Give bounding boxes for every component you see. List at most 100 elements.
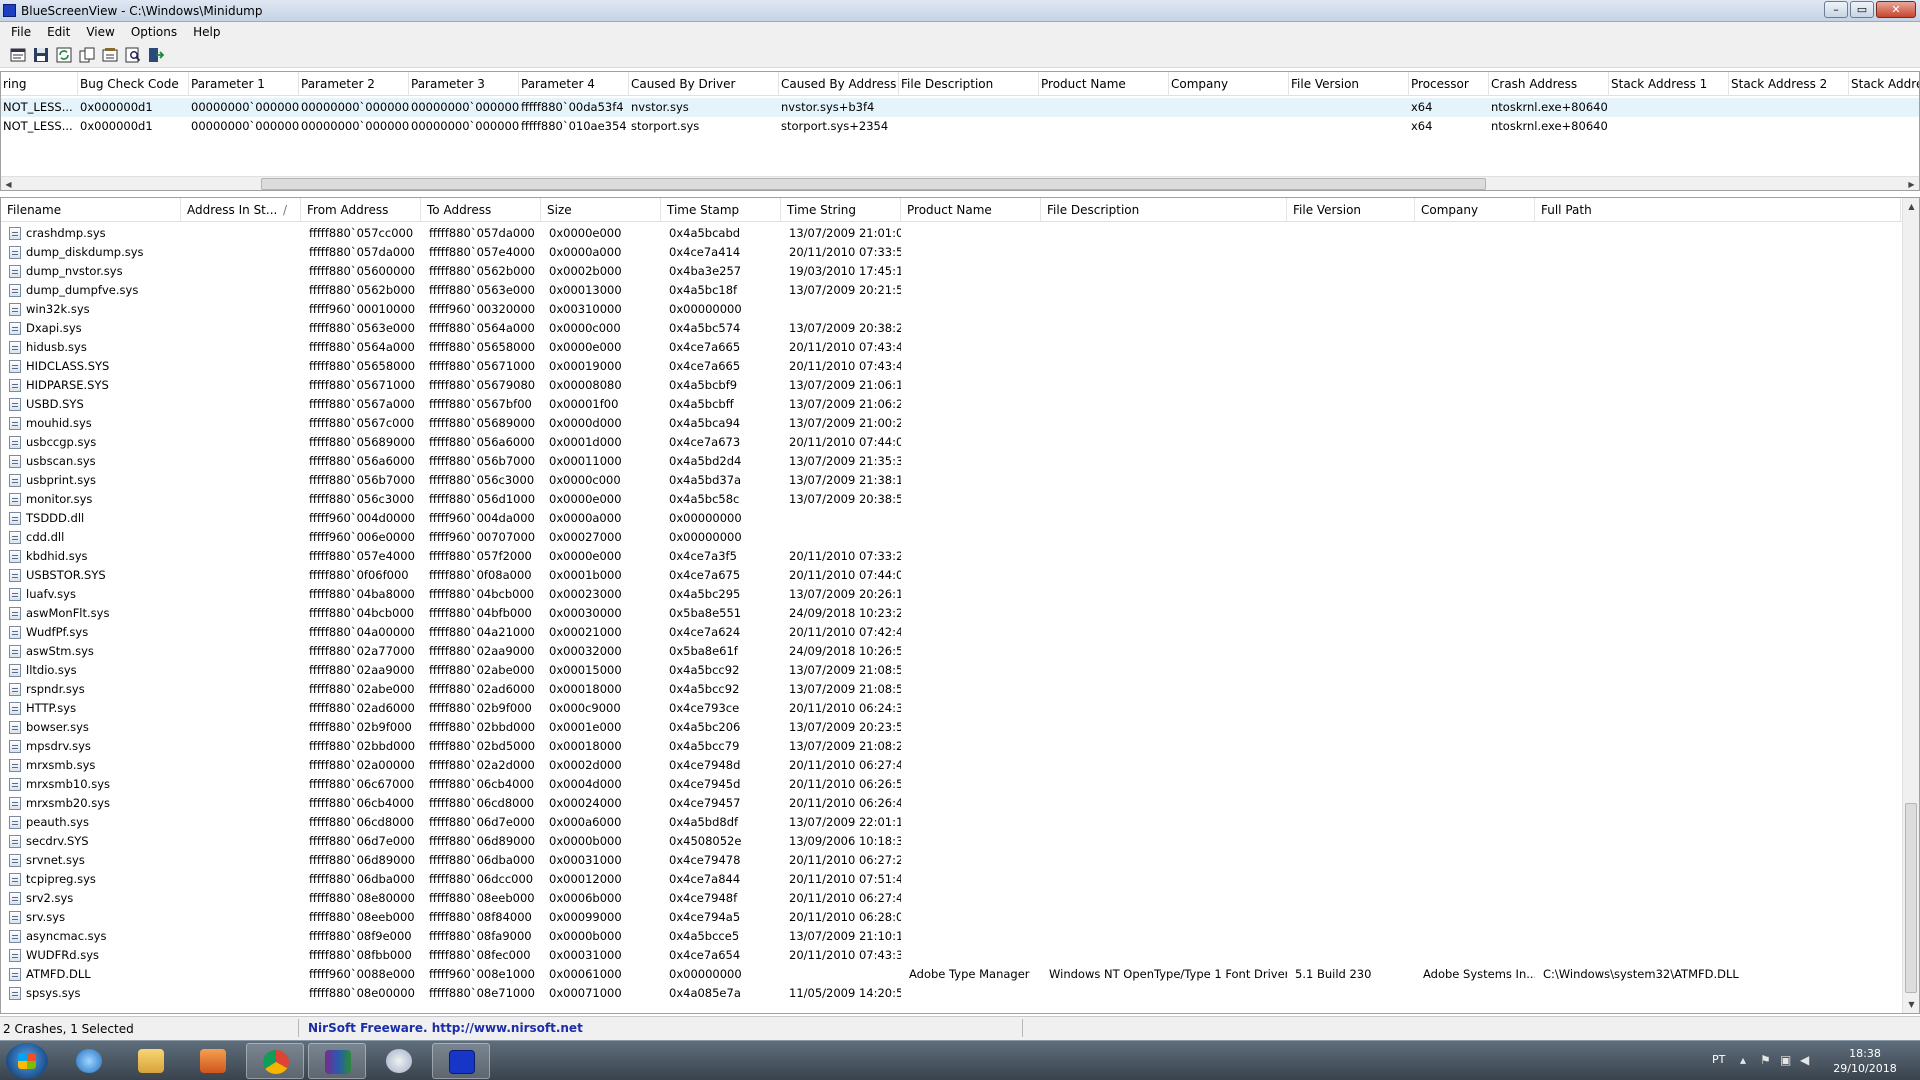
scrollbar-thumb[interactable] <box>1905 803 1917 993</box>
maximize-button[interactable]: ▭ <box>1850 1 1874 18</box>
taskbar-bluescreenview[interactable] <box>432 1043 490 1079</box>
column-header[interactable]: File Description <box>899 72 1039 96</box>
column-header[interactable]: File Description <box>1041 198 1287 222</box>
column-header[interactable]: Stack Address <box>1849 72 1919 96</box>
driver-row[interactable]: crashdmp.sys fffff880`057cc000 fffff880`05… <box>1 224 1901 243</box>
menu-options[interactable]: Options <box>123 25 185 39</box>
exit-button[interactable] <box>146 45 166 65</box>
column-header[interactable]: To Address <box>421 198 541 222</box>
column-header[interactable]: Stack Address 2 <box>1729 72 1849 96</box>
taskbar-file-explorer[interactable] <box>122 1043 180 1079</box>
column-header[interactable]: Processor <box>1409 72 1489 96</box>
driver-list[interactable]: Filename Address In St... From Address T… <box>0 197 1920 1014</box>
column-header[interactable]: Parameter 3 <box>409 72 519 96</box>
menu-view[interactable]: View <box>78 25 122 39</box>
column-header[interactable]: ring <box>1 72 78 96</box>
driver-row[interactable]: aswStm.sys fffff880`02a77000 fffff880`02aa… <box>1 642 1901 661</box>
crash-list[interactable]: ring Bug Check Code Parameter 1 Paramete… <box>0 71 1920 191</box>
driver-row[interactable]: dump_nvstor.sys fffff880`05600000 fffff880… <box>1 262 1901 281</box>
driver-row[interactable]: kbdhid.sys fffff880`057e4000 fffff880`057f… <box>1 547 1901 566</box>
crash-row[interactable]: NOT_LESS... 0x000000d1 00000000`000000... 0… <box>1 98 1919 117</box>
driver-row[interactable]: TSDDD.dll fffff960`004d0000 fffff960`004da… <box>1 509 1901 528</box>
column-header[interactable]: File Version <box>1287 198 1415 222</box>
start-button[interactable] <box>6 1043 48 1079</box>
crash-row[interactable]: NOT_LESS... 0x000000d1 00000000`000000... 0… <box>1 117 1919 136</box>
driver-row[interactable]: usbprint.sys fffff880`056b7000 fffff880`05… <box>1 471 1901 490</box>
driver-row[interactable]: usbccgp.sys fffff880`05689000 fffff880`056… <box>1 433 1901 452</box>
network-icon[interactable]: ▣ <box>1780 1054 1794 1067</box>
driver-row[interactable]: USBD.SYS fffff880`0567a000 fffff880`0567bf… <box>1 395 1901 414</box>
column-header[interactable]: Company <box>1169 72 1289 96</box>
column-header[interactable]: File Version <box>1289 72 1409 96</box>
scrollbar-thumb[interactable] <box>261 178 1486 190</box>
column-header[interactable]: Product Name <box>1039 72 1169 96</box>
driver-row[interactable]: srvnet.sys fffff880`06d89000 fffff880`06db… <box>1 851 1901 870</box>
driver-list-vertical-scrollbar[interactable]: ▲ ▼ <box>1902 198 1919 1013</box>
column-header[interactable]: Full Path <box>1535 198 1901 222</box>
taskbar-winrar[interactable] <box>308 1043 366 1079</box>
driver-row[interactable]: secdrv.SYS fffff880`06d7e000 fffff880`06d8… <box>1 832 1901 851</box>
column-header[interactable]: Parameter 4 <box>519 72 629 96</box>
driver-row[interactable]: usbscan.sys fffff880`056a6000 fffff880`056… <box>1 452 1901 471</box>
taskbar-media-player[interactable] <box>184 1043 242 1079</box>
clock[interactable]: 18:38 29/10/2018 <box>1830 1046 1900 1076</box>
properties-button[interactable] <box>8 45 28 65</box>
driver-row[interactable]: lltdio.sys fffff880`02aa9000 fffff880`02ab… <box>1 661 1901 680</box>
driver-row[interactable]: luafv.sys fffff880`04ba8000 fffff880`04bcb… <box>1 585 1901 604</box>
driver-row[interactable]: monitor.sys fffff880`056c3000 fffff880`056… <box>1 490 1901 509</box>
column-header[interactable]: Product Name <box>901 198 1041 222</box>
menu-edit[interactable]: Edit <box>39 25 78 39</box>
taskbar-chrome[interactable] <box>246 1043 304 1079</box>
driver-row[interactable]: peauth.sys fffff880`06cd8000 fffff880`06d7… <box>1 813 1901 832</box>
driver-row[interactable]: mrxsmb10.sys fffff880`06c67000 fffff880`06… <box>1 775 1901 794</box>
column-header[interactable]: Crash Address <box>1489 72 1609 96</box>
taskbar-internet-explorer[interactable] <box>60 1043 118 1079</box>
driver-row[interactable]: srv.sys fffff880`08eeb000 fffff880`08f8400… <box>1 908 1901 927</box>
menu-help[interactable]: Help <box>185 25 228 39</box>
driver-row[interactable]: WudfPf.sys fffff880`04a00000 fffff880`04a2… <box>1 623 1901 642</box>
driver-row[interactable]: asyncmac.sys fffff880`08f9e000 fffff880`08… <box>1 927 1901 946</box>
column-header[interactable]: Filename <box>1 198 181 222</box>
nirsoft-link[interactable]: NirSoft Freeware. http://www.nirsoft.net <box>308 1021 583 1035</box>
driver-row[interactable]: aswMonFlt.sys fffff880`04bcb000 fffff880`0… <box>1 604 1901 623</box>
action-center-flag-icon[interactable]: ⚑ <box>1760 1054 1774 1067</box>
minimize-button[interactable]: – <box>1824 1 1848 18</box>
driver-row[interactable]: tcpipreg.sys fffff880`06dba000 fffff880`06… <box>1 870 1901 889</box>
driver-row[interactable]: HIDCLASS.SYS fffff880`05658000 fffff880`05… <box>1 357 1901 376</box>
close-button[interactable]: ✕ <box>1876 1 1916 18</box>
driver-row[interactable]: hidusb.sys fffff880`0564a000 fffff880`0565… <box>1 338 1901 357</box>
column-header[interactable]: Stack Address 1 <box>1609 72 1729 96</box>
driver-row[interactable]: mrxsmb20.sys fffff880`06cb4000 fffff880`06… <box>1 794 1901 813</box>
driver-row[interactable]: HTTP.sys fffff880`02ad6000 fffff880`02b9f0… <box>1 699 1901 718</box>
column-header[interactable]: Caused By Address <box>779 72 899 96</box>
driver-row[interactable]: Dxapi.sys fffff880`0563e000 fffff880`0564a… <box>1 319 1901 338</box>
crash-list-horizontal-scrollbar[interactable]: ◀ ▶ <box>1 176 1919 190</box>
driver-row[interactable]: HIDPARSE.SYS fffff880`05671000 fffff880`05… <box>1 376 1901 395</box>
column-header[interactable]: From Address <box>301 198 421 222</box>
find-button[interactable] <box>123 45 143 65</box>
column-header[interactable]: Caused By Driver <box>629 72 779 96</box>
menu-file[interactable]: File <box>3 25 39 39</box>
driver-row[interactable]: win32k.sys fffff960`00010000 fffff960`0032… <box>1 300 1901 319</box>
taskbar-paint[interactable] <box>370 1043 428 1079</box>
driver-row[interactable]: bowser.sys fffff880`02b9f000 fffff880`02bb… <box>1 718 1901 737</box>
volume-icon[interactable]: ◀ <box>1800 1054 1814 1067</box>
driver-row[interactable]: ATMFD.DLL fffff960`0088e000 fffff960`008e1… <box>1 965 1901 984</box>
show-hidden-icons-icon[interactable]: ▴ <box>1740 1054 1754 1067</box>
column-header[interactable]: Time String <box>781 198 901 222</box>
driver-row[interactable]: srv2.sys fffff880`08e80000 fffff880`08eeb0… <box>1 889 1901 908</box>
copy-button[interactable] <box>77 45 97 65</box>
scroll-down-arrow-icon[interactable]: ▼ <box>1903 996 1919 1013</box>
driver-row[interactable]: dump_dumpfve.sys fffff880`0562b000 fffff88… <box>1 281 1901 300</box>
scroll-right-arrow-icon[interactable]: ▶ <box>1904 177 1919 190</box>
column-header[interactable]: Size <box>541 198 661 222</box>
driver-row[interactable]: dump_diskdump.sys fffff880`057da000 fffff8… <box>1 243 1901 262</box>
scroll-up-arrow-icon[interactable]: ▲ <box>1903 198 1919 215</box>
driver-row[interactable]: rspndr.sys fffff880`02abe000 fffff880`02ad… <box>1 680 1901 699</box>
save-button[interactable] <box>31 45 51 65</box>
column-header[interactable]: Time Stamp <box>661 198 781 222</box>
refresh-button[interactable] <box>54 45 74 65</box>
driver-row[interactable]: spsys.sys fffff880`08e00000 fffff880`08e71… <box>1 984 1901 1003</box>
driver-row[interactable]: mrxsmb.sys fffff880`02a00000 fffff880`02a2… <box>1 756 1901 775</box>
driver-row[interactable]: mpsdrv.sys fffff880`02bbd000 fffff880`02bd… <box>1 737 1901 756</box>
